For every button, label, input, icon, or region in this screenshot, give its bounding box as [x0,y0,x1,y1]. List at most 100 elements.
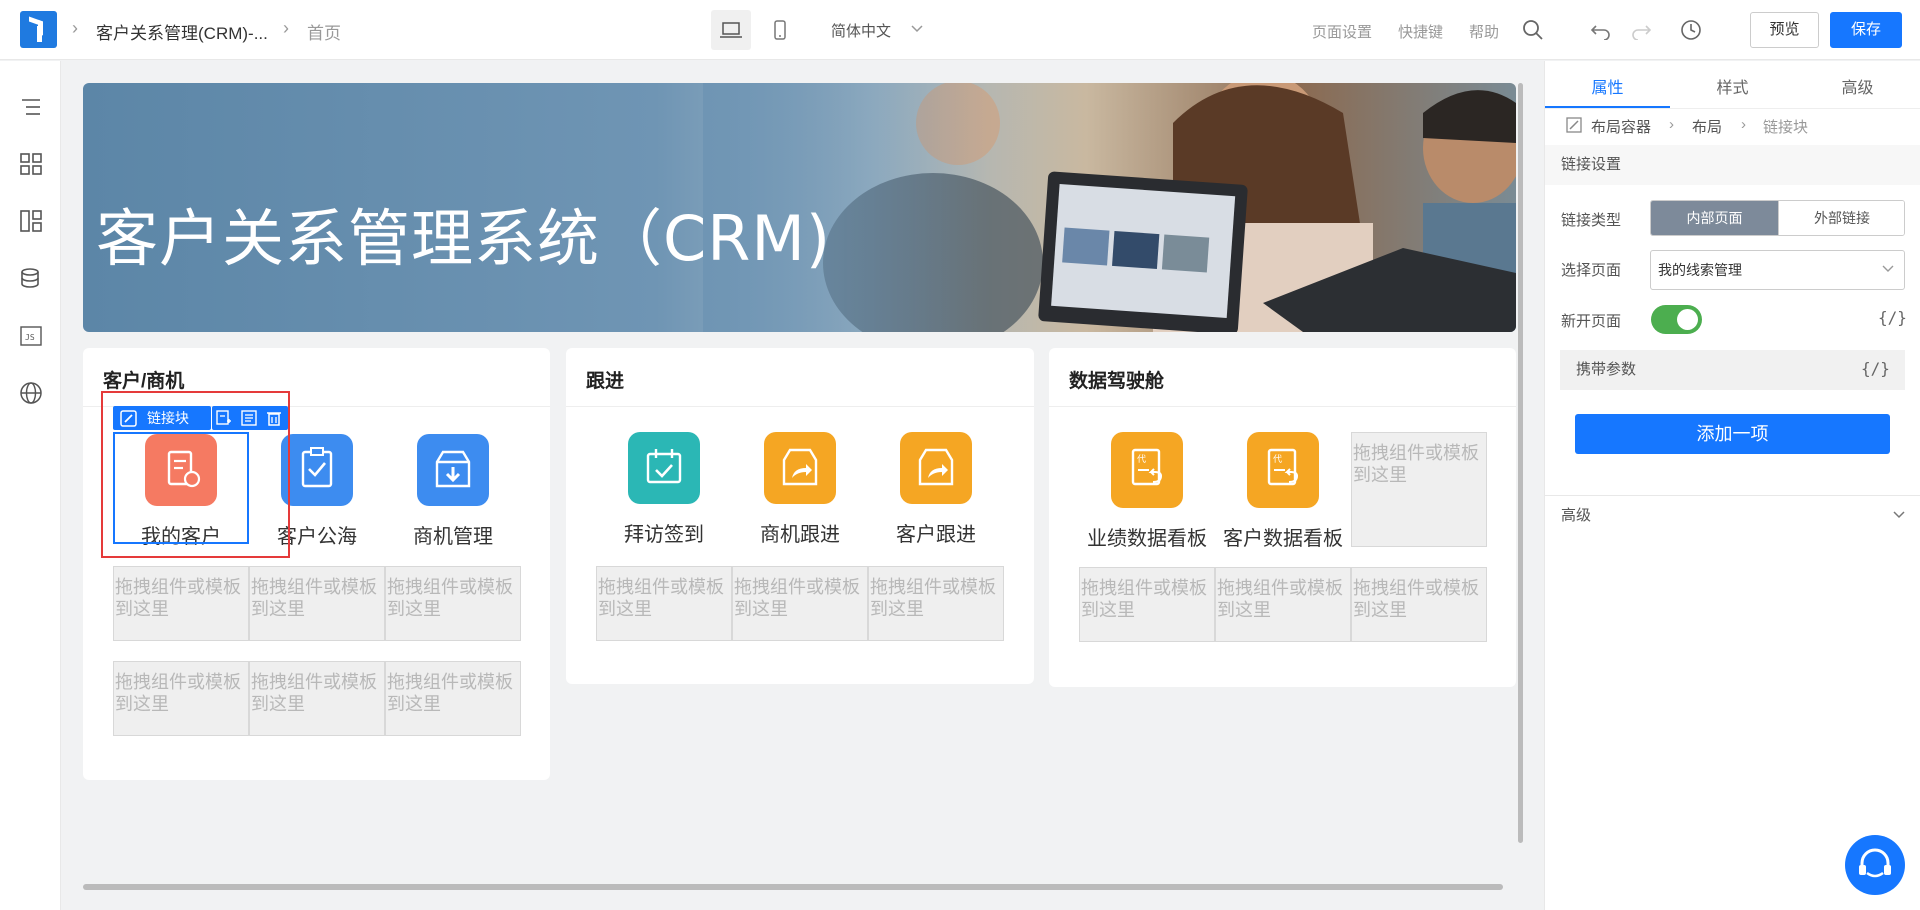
tile-label: 拜访签到 [624,522,704,546]
drop-zone[interactable]: 拖拽组件或模板到这里 [249,661,385,736]
properties-panel: 属性 样式 高级 布局容器 › 布局 › 链接块 链接设置 链接类型 选择页面 … [1544,61,1920,910]
active-tab-indicator [1545,106,1670,108]
params-section[interactable]: 携带参数 [1560,350,1905,390]
edit-icon[interactable] [120,410,137,427]
link-type-toggle: 内部页面 外部链接 [1650,200,1905,236]
box-download-icon [417,434,489,506]
drop-zone[interactable]: 拖拽组件或模板到这里 [1351,567,1487,642]
drop-zone[interactable]: 拖拽组件或模板到这里 [385,661,521,736]
tab-advanced[interactable]: 高级 [1795,74,1920,98]
drop-zone[interactable]: 拖拽组件或模板到这里 [868,566,1004,641]
tile-label: 商机跟进 [760,522,840,546]
tab-style[interactable]: 样式 [1670,74,1795,98]
drop-zone[interactable]: 拖拽组件或模板到这里 [1351,432,1487,547]
page-select[interactable]: 我的线索管理 [1650,250,1905,290]
calendar-check-icon [628,432,700,504]
link-block-customer-followup[interactable]: 客户跟进 [868,432,1004,550]
link-block-visit-checkin[interactable]: 拜访签到 [596,432,732,550]
tile-label: 客户数据看板 [1223,526,1343,550]
todo-return-icon: 代 [1247,432,1319,508]
svg-text:代: 代 [1273,454,1282,465]
drop-zone[interactable]: 拖拽组件或模板到这里 [385,566,521,641]
help-link[interactable]: 帮助 [1469,21,1499,42]
todo-return-icon: 代 [1111,432,1183,508]
link-block-opportunity-mgmt[interactable]: 商机管理 [385,434,521,552]
divider [1545,108,1920,109]
select-page-label: 选择页面 [1561,262,1622,279]
chevron-right-icon: › [1669,116,1674,133]
tile-label: 客户跟进 [896,522,976,546]
link-block-customer-dashboard[interactable]: 代 客户数据看板 [1215,432,1351,550]
section-link-settings: 链接设置 [1545,145,1920,185]
phone-icon [774,20,786,40]
history-icon[interactable] [1680,19,1702,41]
chevron-down-icon [911,25,923,33]
chevron-down-icon [1882,265,1894,272]
breadcrumb-link-block: 链接块 [1763,119,1809,136]
edit-icon [1566,117,1582,133]
layout-template-icon[interactable] [19,209,43,233]
drop-zone[interactable]: 拖拽组件或模板到这里 [249,566,385,641]
breadcrumb-layout-container[interactable]: 布局容器 [1591,116,1651,137]
app-logo[interactable] [20,11,57,48]
preview-button[interactable]: 预览 [1750,12,1819,48]
box-share-icon [900,432,972,504]
chevron-right-icon: › [1741,116,1746,133]
new-page-label: 新开页面 [1561,313,1622,330]
drop-zone[interactable]: 拖拽组件或模板到这里 [596,566,732,641]
globe-icon[interactable] [19,381,43,405]
components-grid-icon[interactable] [19,152,43,176]
chevron-right-icon: › [283,18,289,38]
svg-text:代: 代 [1137,454,1146,465]
link-block-performance-dashboard[interactable]: 代 业绩数据看板 [1079,432,1215,550]
drop-zone[interactable]: 拖拽组件或模板到这里 [113,566,249,641]
search-icon[interactable] [1522,19,1544,41]
link-block-opportunity-followup[interactable]: 商机跟进 [732,432,868,550]
drop-zone[interactable]: 拖拽组件或模板到这里 [732,566,868,641]
tile-label: 业绩数据看板 [1087,526,1207,550]
canvas-vertical-scrollbar[interactable] [1518,83,1523,843]
breadcrumb-layout[interactable]: 布局 [1692,116,1722,137]
copy-icon[interactable] [241,410,257,426]
tab-properties[interactable]: 属性 [1545,74,1670,98]
shortcuts-link[interactable]: 快捷键 [1398,21,1443,42]
js-code-icon[interactable]: JS [19,324,43,348]
headset-icon [1859,848,1891,878]
desktop-view-button[interactable] [711,10,751,50]
chevron-right-icon: › [72,18,78,38]
redo-icon[interactable] [1630,20,1652,40]
top-bar: › 客户关系管理(CRM)-... › 首页 简体中文 页面设置 快捷键 帮助 … [0,0,1920,60]
drop-zone[interactable]: 拖拽组件或模板到这里 [113,661,249,736]
laptop-icon [720,22,742,38]
card-title: 客户/商机 [103,371,185,392]
breadcrumb-app[interactable]: 客户关系管理(CRM)-... [96,19,268,44]
variable-binding-icon[interactable]: {/} [1861,359,1890,378]
card-title: 数据驾驶舱 [1069,371,1165,392]
box-share-icon [764,432,836,504]
chevron-down-icon[interactable] [1893,510,1905,520]
divider [566,406,1034,407]
trash-icon[interactable] [266,410,282,426]
section-advanced[interactable]: 高级 [1545,495,1920,535]
card-title: 跟进 [586,371,625,392]
add-sibling-icon[interactable] [216,410,232,426]
drop-zone[interactable]: 拖拽组件或模板到这里 [1215,567,1351,642]
drop-zone[interactable]: 拖拽组件或模板到这里 [1079,567,1215,642]
link-type-external-option[interactable]: 外部链接 [1778,201,1904,235]
canvas-horizontal-scrollbar[interactable] [83,884,1503,890]
new-page-switch[interactable] [1651,305,1702,334]
svg-text:JS: JS [25,333,35,342]
add-item-button[interactable]: 添加一项 [1575,414,1890,454]
outline-tree-icon[interactable] [19,95,43,119]
variable-binding-icon[interactable]: {/} [1878,308,1907,327]
page-settings-link[interactable]: 页面设置 [1312,21,1372,42]
data-source-icon[interactable] [19,267,43,291]
link-type-internal-option[interactable]: 内部页面 [1651,201,1778,235]
undo-icon[interactable] [1590,20,1612,40]
component-actions [212,406,288,430]
language-select[interactable]: 简体中文 [831,20,891,41]
support-chat-button[interactable] [1845,835,1905,895]
breadcrumb-page[interactable]: 首页 [307,19,341,44]
mobile-view-button[interactable] [760,10,800,50]
save-button[interactable]: 保存 [1830,12,1902,48]
